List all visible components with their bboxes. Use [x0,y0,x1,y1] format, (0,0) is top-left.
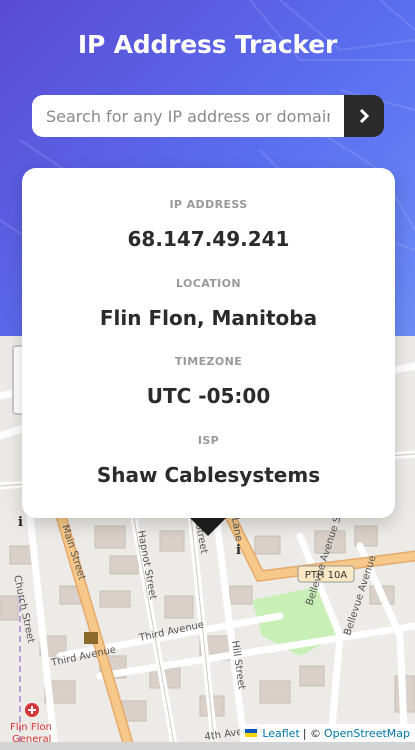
openstreetmap-link[interactable]: OpenStreetMap [324,727,410,740]
search-submit-button[interactable] [344,95,384,137]
chevron-right-icon [359,109,369,123]
leaflet-link[interactable]: Leaflet [262,727,299,740]
zoom-control[interactable] [12,345,22,415]
search-bar [32,95,384,137]
isp-value: Shaw Cablesystems [96,463,321,487]
timezone-value: UTC -05:00 [146,384,271,408]
isp-label: ISP [197,434,220,447]
location-value: Flin Flon, Manitoba [99,306,318,330]
info-icon: i [236,543,241,558]
bottom-strip [0,742,415,750]
street-label: Third Avenue [137,619,205,644]
attribution-separator: | © [302,726,321,740]
poi-label: Flin Flon [10,722,52,733]
page-title: IP Address Tracker [77,30,338,59]
ip-info-card: IP ADDRESS 68.147.49.241 LOCATION Flin F… [22,168,395,518]
location-label: LOCATION [175,277,242,290]
street-label: Lane [229,517,244,543]
book-icon [84,632,98,644]
info-icon: i [18,515,23,530]
ip-address-label: IP ADDRESS [169,198,248,211]
map-attribution: Leaflet | © OpenStreetMap [240,724,415,742]
ip-address-value: 68.147.49.241 [127,227,290,251]
search-input[interactable] [32,95,344,137]
ukraine-flag-icon [245,729,258,737]
timezone-label: TIMEZONE [174,355,243,368]
